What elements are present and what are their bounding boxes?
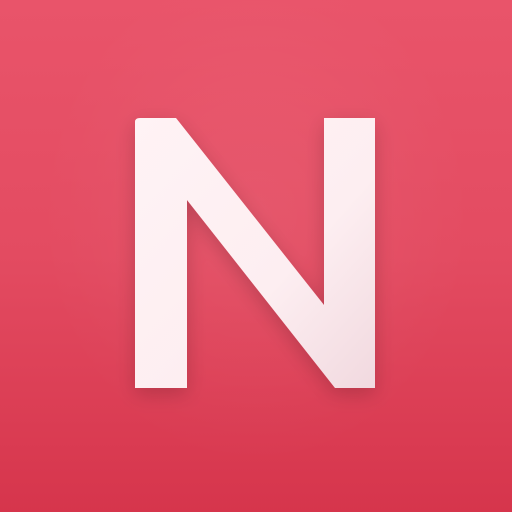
n-letter-shape (135, 118, 375, 388)
n-logo-icon (135, 118, 375, 388)
app-icon-background (0, 0, 512, 512)
